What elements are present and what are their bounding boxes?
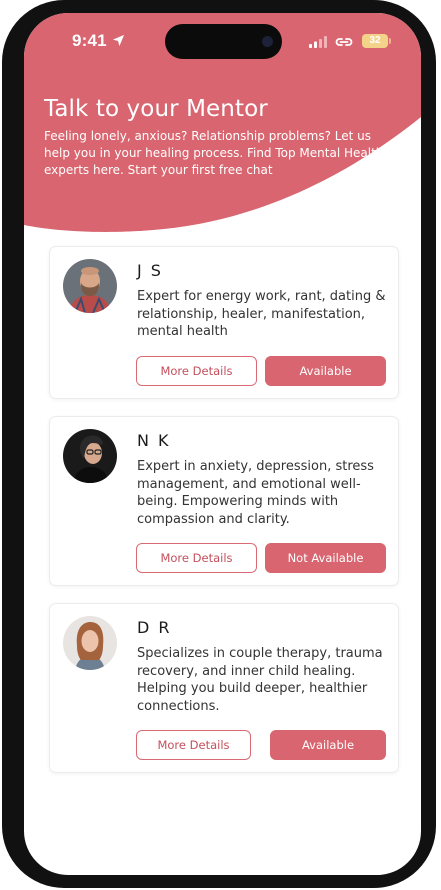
mentor-description: Specializes in couple therapy, trauma re… (137, 646, 383, 714)
app-screen: 9:41 32 Talk to your Mentor Feeling lone… (24, 13, 421, 875)
mentor-avatar (63, 429, 117, 483)
volume-up-button (2, 140, 10, 215)
mentor-card: J S Expert for energy work, rant, dating… (49, 246, 399, 399)
cellular-signal-icon (309, 36, 327, 48)
location-arrow-icon (112, 34, 125, 47)
link-icon (335, 38, 353, 46)
mentor-avatar (63, 616, 117, 670)
phone-frame: 9:41 32 Talk to your Mentor Feeling lone… (2, 0, 436, 888)
mentor-photo-icon (63, 616, 117, 670)
more-details-button[interactable]: More Details (136, 356, 257, 386)
volume-down-button (2, 230, 10, 305)
mentor-photo-icon (63, 259, 117, 313)
status-time: 9:41 (72, 31, 107, 50)
page-title: Talk to your Mentor (44, 96, 268, 122)
mentor-name: J S (137, 261, 163, 280)
dynamic-island (165, 24, 282, 59)
mentor-description: Expert for energy work, rant, dating & r… (137, 289, 386, 339)
battery-icon: 32 (362, 34, 388, 48)
mentor-name: D R (137, 618, 172, 637)
availability-button[interactable]: Not Available (265, 543, 386, 573)
mentor-card: D R Specializes in couple therapy, traum… (49, 603, 399, 773)
availability-button[interactable]: Available (265, 356, 386, 386)
mentor-name: N K (137, 431, 171, 450)
mentor-photo-icon (63, 429, 117, 483)
camera-icon (262, 36, 273, 47)
mentor-avatar (63, 259, 117, 313)
mentor-description: Expert in anxiety, depression, stress ma… (137, 459, 374, 527)
power-button (428, 140, 436, 255)
availability-button[interactable]: Available (270, 730, 386, 760)
more-details-button[interactable]: More Details (136, 543, 257, 573)
more-details-button[interactable]: More Details (136, 730, 251, 760)
page-subtitle: Feeling lonely, anxious? Relationship pr… (44, 129, 384, 177)
battery-tip (389, 38, 391, 44)
mentor-card: N K Expert in anxiety, depression, stres… (49, 416, 399, 586)
